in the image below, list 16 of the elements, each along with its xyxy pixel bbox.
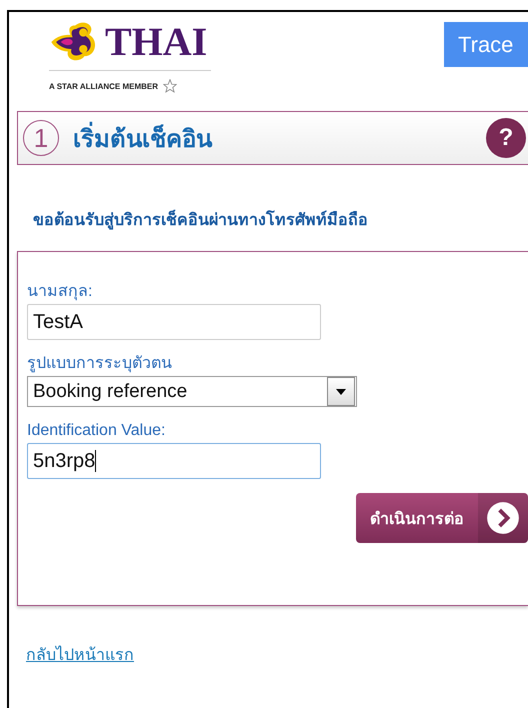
field-label: Identification Value: — [27, 421, 166, 441]
tagline: A STAR ALLIANCE MEMBER — [49, 82, 158, 90]
welcome-text: ขอต้อนรับสู่บริการเช็คอินผ่านทางโทรศัพท์มือถือ — [33, 208, 369, 232]
field-label: รูปแบบการระบุตัวตน — [27, 354, 173, 374]
step-number: 1 — [23, 120, 59, 156]
logo-wordmark: THAI — [105, 20, 208, 64]
dropdown[interactable]: Booking reference — [27, 376, 357, 407]
home-link[interactable]: กลับไปหน้าแรก — [26, 642, 134, 667]
field-label: นามสกุล: — [27, 282, 94, 302]
caret-icon — [336, 388, 346, 394]
input-field[interactable]: TestA — [27, 304, 321, 340]
star-icon — [163, 79, 178, 93]
input-field[interactable]: 5n3rp8 — [27, 443, 321, 479]
help-button[interactable]: ? — [486, 118, 526, 158]
step-title: เริ่มต้นเช็คอิน — [73, 118, 486, 158]
continue-button[interactable]: ดำเนินการต่อ — [356, 493, 528, 543]
